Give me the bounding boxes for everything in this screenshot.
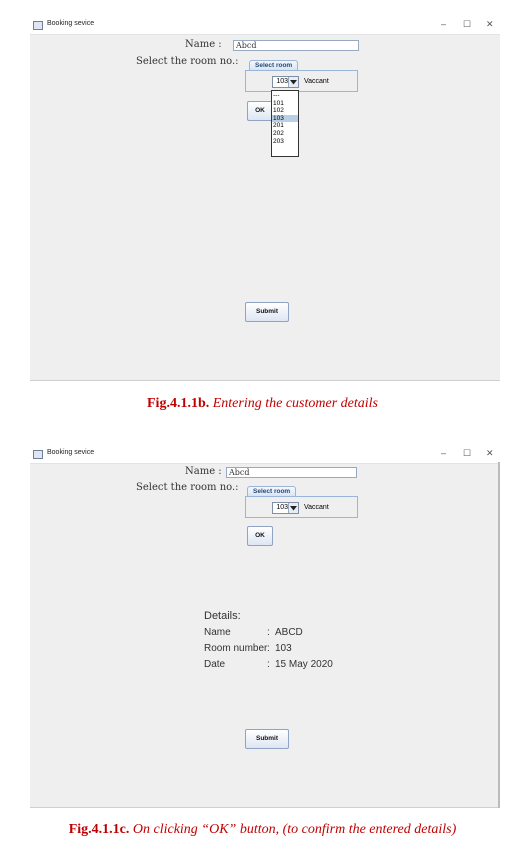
select-room-group: 103 Vaccant [245, 70, 358, 92]
detail-value: 15 May 2020 [275, 659, 333, 670]
room-dropdown-list[interactable]: --- 101 102 103 201 202 203 [271, 90, 299, 157]
name-label: Name : [185, 39, 222, 50]
details-heading: Details: [204, 610, 241, 622]
dropdown-option[interactable]: 101 [272, 100, 298, 108]
title-bar: Booking sevice – ☐ ✕ [30, 447, 500, 464]
caption-text: On clicking “OK” button, (to confirm the… [132, 822, 457, 837]
detail-separator: : [267, 659, 270, 670]
close-button[interactable]: ✕ [486, 19, 494, 30]
name-input[interactable]: Abcd [233, 40, 359, 51]
room-combobox[interactable]: 103 [272, 502, 299, 514]
figure-caption-b: Fig.4.1.1b. Entering the customer detail… [0, 396, 525, 412]
details-panel: Details: Name: ABCD Room number:103 Date:15… [204, 610, 404, 690]
ok-button[interactable]: OK [247, 526, 273, 546]
select-room-tab[interactable]: Select room [247, 486, 297, 496]
window-fig-c: Booking sevice – ☐ ✕ Name : Abcd Select … [30, 447, 500, 808]
submit-button[interactable]: Submit [245, 302, 289, 322]
room-combobox[interactable]: 103 [272, 76, 299, 88]
maximize-button[interactable]: ☐ [463, 19, 471, 30]
room-label: Select the room no.: [136, 482, 239, 493]
maximize-button[interactable]: ☐ [463, 448, 471, 459]
minimize-button[interactable]: – [441, 19, 446, 29]
room-status: Vaccant [304, 78, 329, 85]
room-combo-value: 103 [276, 504, 288, 511]
window-fig-b: Booking sevice – ☐ ✕ Name : Abcd Select … [30, 18, 500, 381]
dropdown-option[interactable]: 203 [272, 138, 298, 146]
window-title: Booking sevice [47, 20, 95, 27]
room-combo-value: 103 [276, 78, 288, 85]
figure-caption-c: Fig.4.1.1c. On clicking “OK” button, (to… [0, 822, 525, 838]
ok-button[interactable]: OK [247, 101, 273, 121]
name-label: Name : [185, 466, 222, 477]
caption-label: Fig.4.1.1b. [147, 396, 210, 411]
name-input[interactable]: Abcd [226, 467, 357, 478]
minimize-button[interactable]: – [441, 448, 446, 458]
detail-key: Name [204, 627, 231, 638]
window-title: Booking sevice [47, 449, 95, 456]
dropdown-option[interactable]: 103 [272, 114, 298, 123]
submit-button[interactable]: Submit [245, 729, 289, 749]
room-status: Vaccant [304, 504, 329, 511]
caption-label: Fig.4.1.1c. [68, 822, 130, 837]
select-room-tab[interactable]: Select room [249, 60, 299, 70]
chevron-down-icon[interactable] [288, 77, 298, 87]
detail-key: Date [204, 659, 226, 670]
dropdown-option[interactable]: 201 [272, 122, 298, 130]
java-app-icon [33, 450, 43, 459]
detail-value: ABCD [275, 627, 303, 638]
detail-separator: : [267, 627, 270, 638]
java-app-icon [33, 21, 43, 30]
dropdown-option[interactable]: 202 [272, 130, 298, 138]
select-room-group: 103 Vaccant [245, 496, 358, 518]
room-label: Select the room no.: [136, 56, 239, 67]
chevron-down-icon[interactable] [288, 503, 298, 513]
detail-value: 103 [275, 643, 292, 654]
close-button[interactable]: ✕ [486, 448, 494, 459]
caption-text: Entering the customer details [212, 396, 378, 411]
window-edge [498, 462, 500, 808]
title-bar: Booking sevice – ☐ ✕ [30, 18, 500, 35]
dropdown-option[interactable]: 102 [272, 107, 298, 115]
dropdown-option[interactable]: --- [272, 92, 298, 100]
detail-separator: : [267, 643, 270, 654]
detail-key: Room number [204, 643, 268, 654]
